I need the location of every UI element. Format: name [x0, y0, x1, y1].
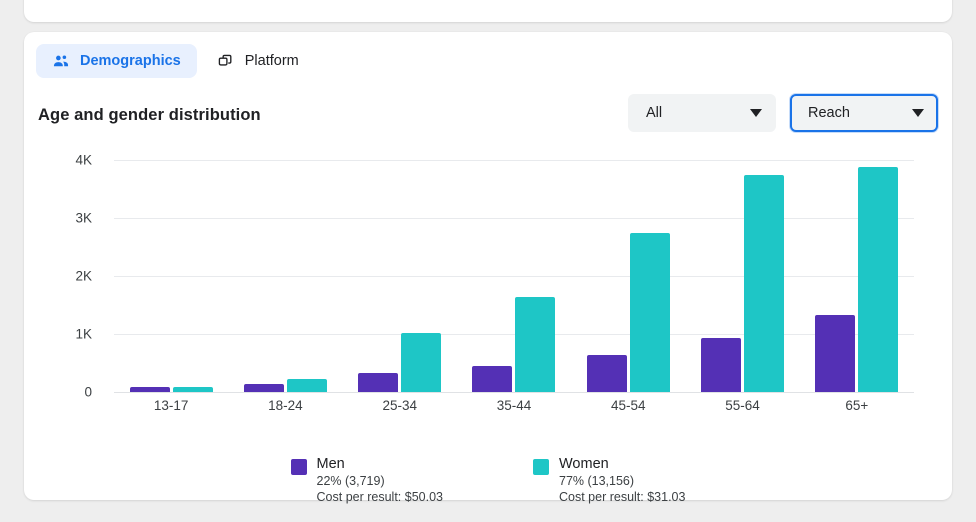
bar-group [472, 160, 556, 392]
x-axis-tick: 65+ [845, 398, 869, 413]
y-axis-tick: 2K [75, 268, 92, 284]
y-axis-tick: 4K [75, 152, 92, 168]
legend-swatch [533, 459, 549, 475]
metric-select-value: Reach [808, 105, 850, 121]
chart-legend: Men 22% (3,719) Cost per result: $50.03 Wom… [24, 456, 952, 504]
y-axis-tick: 0 [84, 384, 92, 400]
bar-women[interactable] [401, 333, 442, 392]
y-axis-tick: 1K [75, 326, 92, 342]
tab-platform[interactable]: Platform [201, 44, 315, 78]
legend-share: 22% (3,719) [316, 474, 385, 488]
x-axis-tick: 45-54 [611, 398, 646, 413]
bar-men[interactable] [358, 372, 399, 392]
demographics-card: Demographics Platform Age and gender dis… [24, 32, 952, 504]
bar-men[interactable] [129, 386, 170, 392]
bar-women[interactable] [858, 167, 899, 392]
legend-cost: Cost per result: $50.03 [316, 490, 443, 504]
tab-platform-label: Platform [244, 53, 299, 69]
legend-swatch [290, 459, 307, 475]
legend-item[interactable]: Men 22% (3,719) Cost per result: $50.03 [290, 456, 443, 504]
legend-cost: Cost per result: $31.03 [559, 490, 686, 504]
tab-demographics[interactable]: Demographics [36, 44, 197, 78]
bar-men[interactable] [472, 365, 513, 392]
bar-group [701, 160, 785, 392]
bar-men[interactable] [701, 338, 742, 392]
x-axis-tick: 35-44 [496, 398, 532, 413]
page-background: Demographics Platform Age and gender dis… [0, 0, 976, 522]
legend-item[interactable]: Women 77% (13,156) Cost per result: $31.03 [533, 456, 685, 504]
x-axis-tick: 25-34 [382, 398, 417, 413]
bar-group [243, 160, 327, 392]
chevron-down-icon [912, 109, 924, 117]
bar-women[interactable] [172, 387, 213, 392]
x-axis-tick: 18-24 [268, 398, 303, 413]
x-axis-tick: 55-64 [725, 398, 760, 413]
bar-group [358, 160, 442, 392]
chevron-down-icon [750, 109, 762, 117]
chart-baseline [114, 392, 914, 393]
chart-controls: All Reach [628, 94, 938, 132]
chart-title: Age and gender distribution [38, 106, 261, 124]
previous-card [24, 0, 952, 22]
bar-women[interactable] [744, 174, 785, 392]
breakdown-select-value: All [646, 105, 663, 121]
bar-group [815, 160, 899, 392]
bar-women[interactable] [286, 378, 327, 392]
breakdown-select[interactable]: All [628, 94, 776, 132]
legend-label: Women [559, 456, 609, 472]
bar-women[interactable] [515, 296, 556, 392]
tab-demographics-label: Demographics [80, 53, 181, 69]
card-tabs: Demographics Platform [36, 44, 315, 78]
bar-group [129, 160, 213, 392]
people-icon [52, 52, 70, 70]
y-axis-tick: 3K [75, 210, 92, 226]
bar-group [586, 160, 670, 392]
layers-icon [217, 52, 235, 70]
x-axis-labels: 13-17 18-24 25-34 35-44 45-54 55-64 65+ [114, 398, 914, 413]
legend-share: 77% (13,156) [559, 474, 635, 488]
y-axis-labels: 0 1K 2K 3K 4K [44, 153, 92, 400]
bar-men[interactable] [815, 314, 856, 392]
x-axis-tick: 13-17 [153, 398, 189, 413]
bar-women[interactable] [629, 232, 670, 392]
bar-men[interactable] [243, 383, 284, 392]
bar-men[interactable] [586, 354, 627, 392]
legend-label: Men [316, 456, 345, 472]
bar-chart: 0 1K 2K 3K 4K 13-17 18-24 25-34 35-44 45-54 55-64… [24, 153, 952, 450]
metric-select[interactable]: Reach [790, 94, 938, 132]
chart-bars [114, 160, 914, 392]
